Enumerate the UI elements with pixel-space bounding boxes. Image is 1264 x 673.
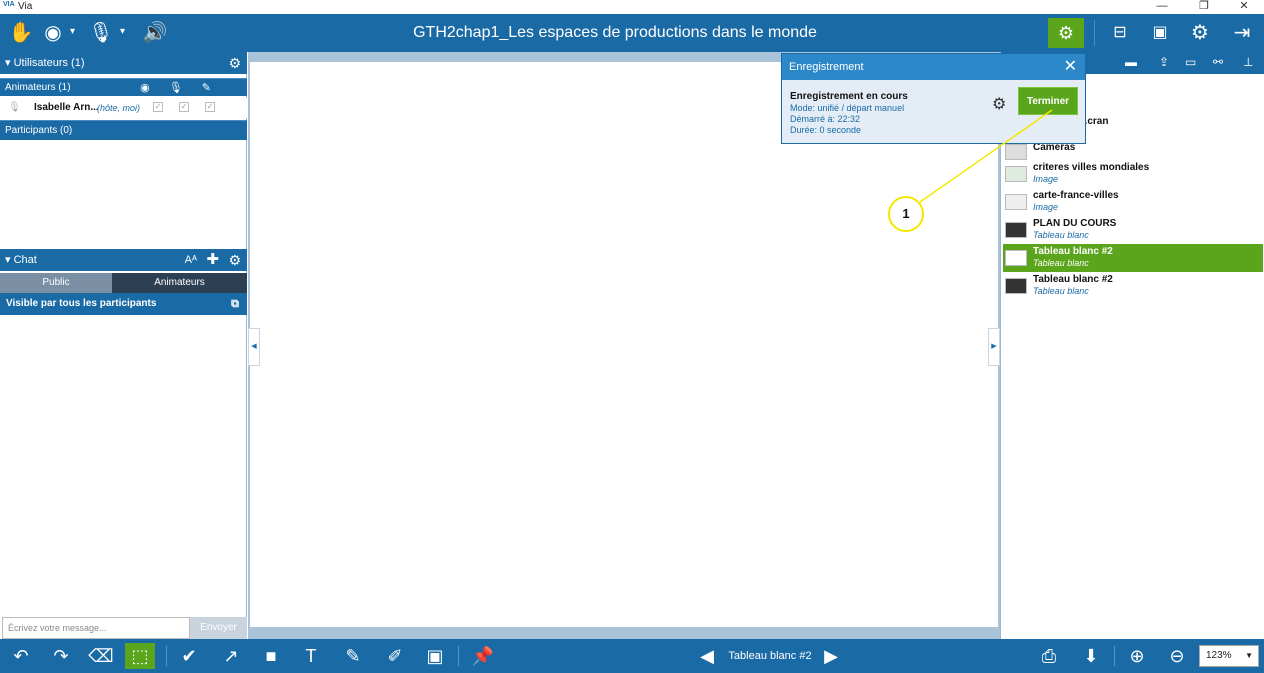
bottom-toolbar: ↶ ↷ ⌫ ⬚ ✔ ↗ ■ T ✎ ✐ ▣ 📌 ◀ Tableau blanc … (0, 639, 1264, 673)
zoom-out-icon[interactable]: ⊖ (1164, 643, 1190, 669)
pointer-pin-icon[interactable]: 📌 (470, 643, 496, 669)
image-tool-icon[interactable]: ▣ (422, 643, 448, 669)
via-app-window: VIA Via — ❐ ✕ ✋ ◉ ▾ 🎙 ▾ 🔊 GTH2chap1_Les … (0, 0, 1264, 673)
redo-icon[interactable]: ↷ (48, 643, 74, 669)
select-tool-icon[interactable]: ⬚ (125, 643, 155, 669)
current-page-label: Tableau blanc #2 (728, 650, 812, 662)
annotation-marker: 1 (888, 196, 924, 232)
pen-tool-icon[interactable]: ✎ (340, 643, 366, 669)
eraser-icon[interactable]: ⌫ (88, 643, 114, 669)
next-page-icon[interactable]: ▶ (818, 643, 844, 669)
zoom-in-icon[interactable]: ⊕ (1124, 643, 1150, 669)
check-tool-icon[interactable]: ✔ (176, 643, 202, 669)
download-icon[interactable]: ⬇ (1078, 643, 1104, 669)
print-icon[interactable]: ⎙ (1036, 643, 1062, 669)
chevron-down-icon: ▼ (1245, 651, 1253, 660)
rectangle-tool-icon[interactable]: ■ (258, 643, 284, 669)
zoom-select[interactable]: 123% ▼ (1199, 645, 1259, 667)
undo-icon[interactable]: ↶ (8, 643, 34, 669)
text-tool-icon[interactable]: T (298, 643, 324, 669)
previous-page-icon[interactable]: ◀ (694, 643, 720, 669)
arrow-tool-icon[interactable]: ↗ (218, 643, 244, 669)
annotation-arrow (919, 109, 1053, 203)
highlighter-tool-icon[interactable]: ✐ (382, 643, 408, 669)
